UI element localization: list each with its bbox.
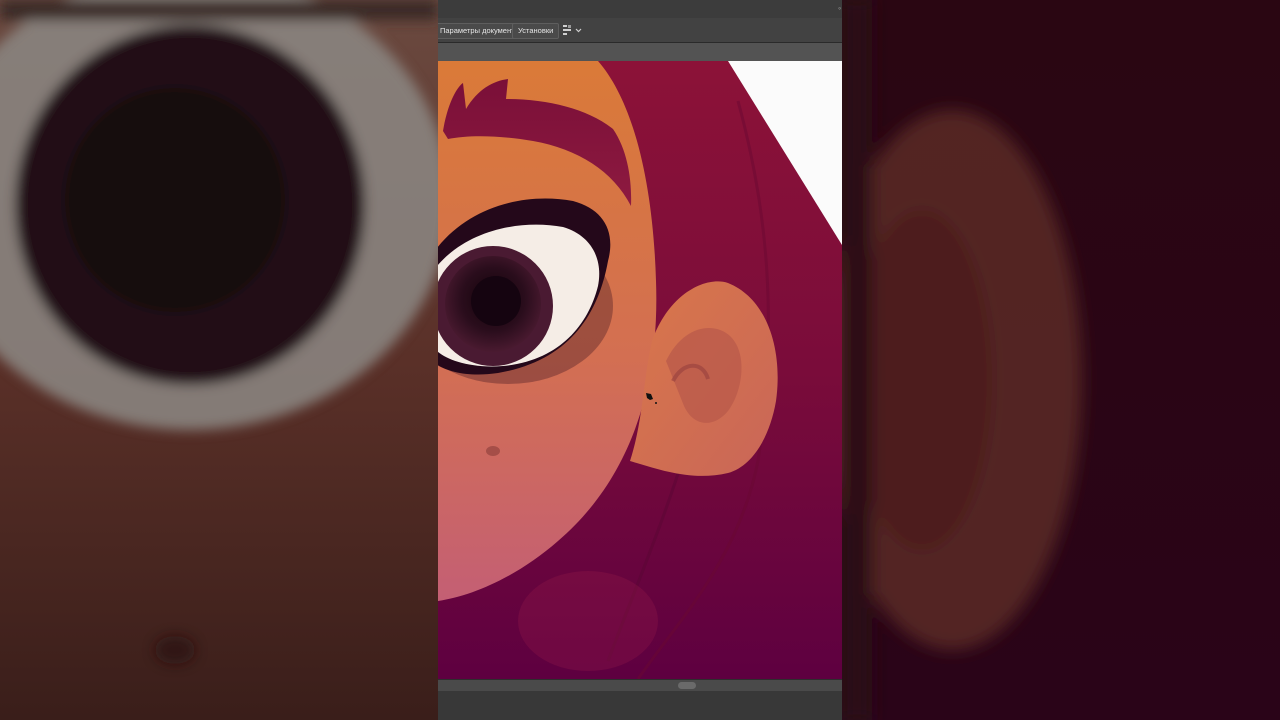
status-bar (438, 691, 842, 720)
window-control-icon[interactable]: ◦ (838, 3, 842, 13)
blurred-background-right (842, 0, 1280, 720)
illustrator-window: ◦ Параметры документа Установки (438, 0, 842, 720)
pupil (471, 276, 521, 326)
character-illustration (438, 61, 842, 679)
video-frame: ◦ Параметры документа Установки (0, 0, 1280, 720)
pen-tool-cursor-icon (644, 391, 658, 410)
nose-mark (486, 446, 500, 456)
blurred-ear-closeup (842, 0, 1280, 720)
artboard-canvas[interactable] (438, 61, 842, 679)
preferences-button[interactable]: Установки (512, 23, 560, 39)
blurred-background-left (0, 0, 438, 720)
menu-bar: ◦ (438, 0, 842, 19)
chevron-down-icon (575, 28, 582, 33)
scrollbar-thumb[interactable] (678, 682, 696, 689)
arrange-documents-icon[interactable] (562, 24, 584, 36)
blurred-eye-closeup (0, 0, 438, 720)
tab-bar (438, 43, 842, 61)
control-panel: Параметры документа Установки (438, 18, 842, 43)
